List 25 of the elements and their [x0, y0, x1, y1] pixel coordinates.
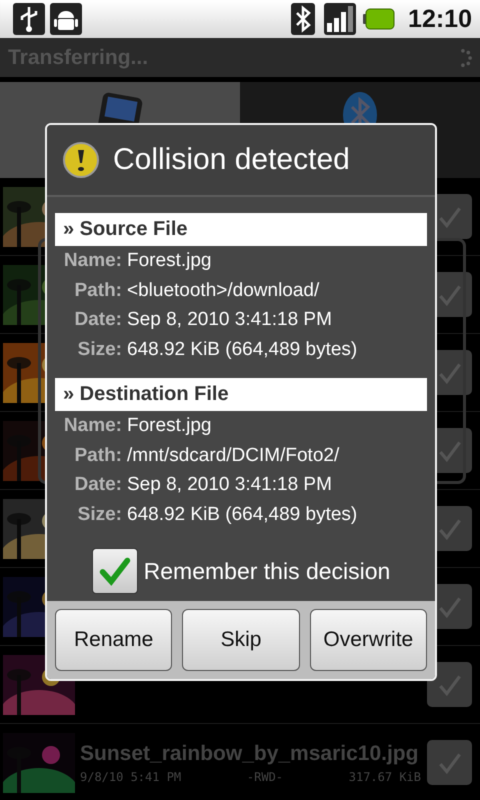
file-size: 317.67 KiB [348, 770, 421, 784]
field-label: Size: [76, 504, 122, 526]
field-label: Name: [62, 250, 122, 272]
field-value: <bluetooth>/download/ [127, 280, 320, 302]
file-attributes: -RWD- [246, 770, 284, 784]
dialog-title: Collision detected [113, 143, 350, 177]
section-heading: » Source File [55, 213, 427, 246]
field-value: Forest.jpg [127, 415, 212, 437]
clock-time: 12:10 [408, 4, 472, 34]
field-label: Path: [74, 444, 122, 466]
field-label: Name: [62, 415, 122, 437]
field-value: 648.92 KiB (664,489 bytes) [127, 338, 358, 360]
field-value: /mnt/sdcard/DCIM/Foto2/ [127, 444, 340, 466]
file-date: 9/8/10 5:41 PM [80, 770, 182, 784]
section-heading: » Destination File [55, 378, 427, 411]
field-value: 648.92 KiB (664,489 bytes) [127, 504, 358, 526]
field-label: Date: [73, 309, 122, 331]
file-name: Sunset_rainbow_by_msaric10.jpg [80, 742, 420, 766]
field-value: Forest.jpg [127, 250, 212, 272]
field-value: Sep 8, 2010 3:41:18 PM [127, 309, 332, 331]
checkbox-label: Remember this decision [144, 558, 390, 584]
field-label: Path: [74, 280, 122, 302]
field-value: Sep 8, 2010 3:41:18 PM [127, 474, 332, 496]
field-label: Date: [73, 474, 122, 496]
field-label: Size: [76, 338, 122, 360]
